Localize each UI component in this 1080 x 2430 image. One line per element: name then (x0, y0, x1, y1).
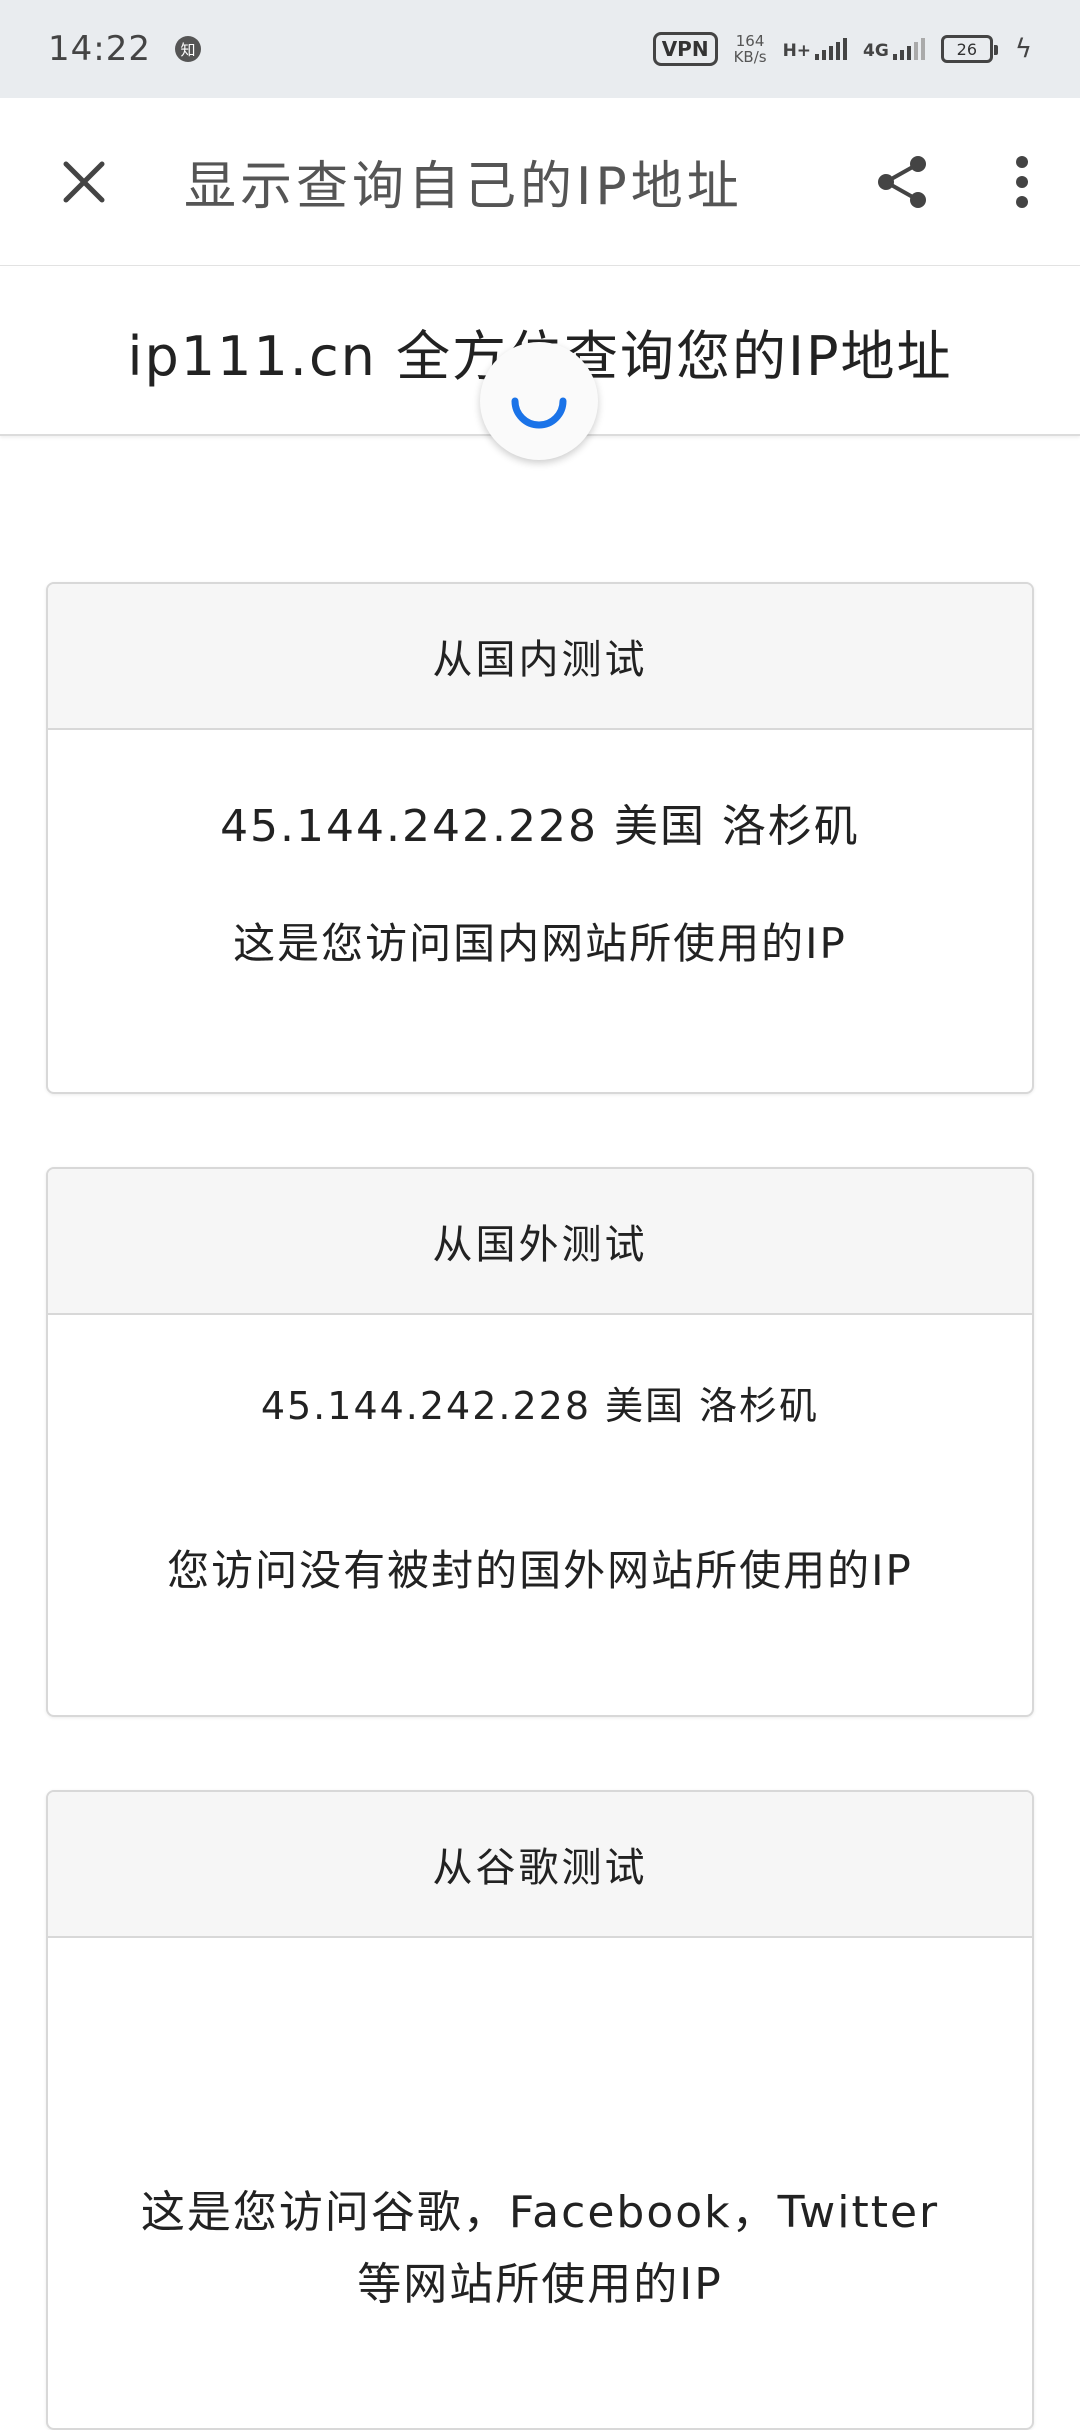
share-icon (878, 155, 926, 208)
card-header: 从国外测试 (48, 1169, 1032, 1315)
signal-4g-icon: 4G (863, 38, 925, 60)
notification-badge-icon: 知 (174, 36, 201, 62)
card-body: 45.144.242.228 美国 洛杉矶 这是您访问国内网站所使用的IP (48, 730, 1032, 1092)
signal-bars-icon (892, 38, 925, 60)
card-google-test: 从谷歌测试 这是您访问谷歌，Facebook，Twitter 等网站所使用的IP (46, 1790, 1034, 2430)
network-speed: 164 KB/s (734, 33, 767, 65)
card-description: 这是您访问国内网站所使用的IP (233, 919, 847, 968)
signal-hplus-label: H+ (782, 41, 812, 61)
charging-icon: ϟ (1014, 34, 1032, 64)
more-options-button[interactable] (964, 98, 1080, 266)
share-button[interactable] (840, 98, 964, 266)
status-indicators: VPN 164 KB/s H+ 4G 26 ϟ (652, 32, 1032, 66)
battery-icon: 26 (940, 35, 998, 63)
status-time: 14:22 (48, 29, 151, 69)
close-button[interactable] (0, 98, 168, 266)
more-vert-icon (1016, 155, 1028, 208)
ip-address-line: 45.144.242.228 美国 洛杉矶 (260, 1384, 820, 1428)
signal-hplus-icon: H+ (782, 38, 848, 61)
card-domestic-test: 从国内测试 45.144.242.228 美国 洛杉矶 这是您访问国内网站所使用… (46, 582, 1034, 1094)
spinner-icon (511, 397, 567, 429)
ip-address-line: 45.144.242.228 美国 洛杉矶 (220, 801, 860, 852)
card-body: 45.144.242.228 美国 洛杉矶 您访问没有被封的国外网站所使用的IP (48, 1315, 1032, 1715)
loading-spinner (480, 342, 598, 460)
toolbar-title: 显示查询自己的IP地址 (184, 157, 743, 217)
card-foreign-test: 从国外测试 45.144.242.228 美国 洛杉矶 您访问没有被封的国外网站… (46, 1167, 1034, 1717)
speed-unit: KB/s (733, 48, 767, 66)
app-toolbar: 显示查询自己的IP地址 (0, 98, 1080, 266)
signal-bars-icon (815, 38, 848, 60)
speed-value: 164 (735, 32, 765, 50)
card-description-line2: 等网站所使用的IP (357, 2259, 723, 2310)
card-description: 您访问没有被封的国外网站所使用的IP (167, 1546, 913, 1595)
card-header: 从谷歌测试 (48, 1792, 1032, 1938)
status-bar: 14:22 知 VPN 164 KB/s H+ 4G 26 ϟ (0, 0, 1080, 98)
card-description-line1: 这是您访问谷歌，Facebook，Twitter (140, 2187, 940, 2238)
signal-4g-label: 4G (863, 41, 889, 61)
vpn-icon: VPN (652, 32, 718, 66)
close-icon (63, 161, 105, 202)
card-body: 这是您访问谷歌，Facebook，Twitter 等网站所使用的IP (48, 1938, 1032, 2428)
card-header: 从国内测试 (48, 584, 1032, 730)
battery-level: 26 (956, 39, 978, 59)
